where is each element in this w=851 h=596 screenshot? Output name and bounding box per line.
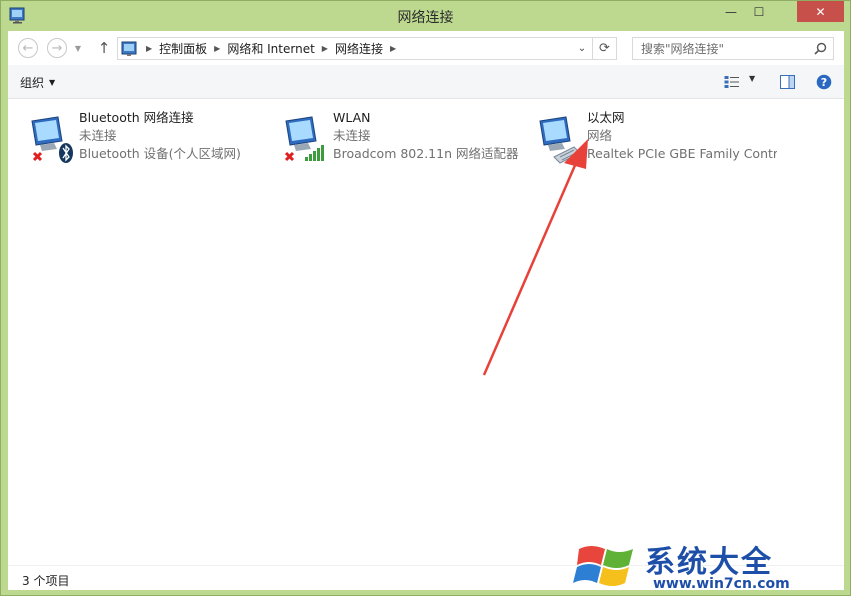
view-options-chevron-icon[interactable]: ▼ (749, 74, 755, 83)
forward-button[interactable]: → (47, 38, 67, 58)
connection-name: 以太网 (587, 110, 625, 125)
breadcrumb-separator-icon[interactable]: ▶ (322, 44, 328, 53)
connection-name: WLAN (333, 110, 371, 125)
organize-label: 组织 (20, 76, 45, 90)
wlan-network-icon (284, 116, 324, 162)
watermark: 系统大全 www.win7cn.com (573, 533, 843, 593)
command-toolbar: 组织 ▼ ▼ ? (8, 65, 844, 99)
breadcrumb-separator-icon[interactable]: ▶ (146, 44, 152, 53)
watermark-title: 系统大全 (645, 545, 773, 580)
help-icon[interactable]: ? (816, 74, 832, 90)
organize-button[interactable]: 组织 ▼ (20, 74, 55, 91)
connection-status: 未连接 (333, 128, 371, 143)
connection-item-bluetooth[interactable]: Bluetooth 网络连接 未连接 Bluetooth 设备(个人区域网) (14, 109, 254, 169)
search-icon[interactable] (814, 42, 827, 55)
connection-status: 网络 (587, 128, 613, 143)
svg-text:?: ? (821, 76, 827, 89)
item-count: 3 个项目 (22, 574, 70, 588)
chevron-down-icon: ▼ (49, 78, 56, 87)
breadcrumb-control-panel[interactable]: 控制面板 (159, 40, 207, 57)
preview-pane-icon[interactable] (780, 75, 795, 89)
back-button[interactable]: ← (18, 38, 38, 58)
breadcrumb-network-internet[interactable]: 网络和 Internet (227, 40, 314, 57)
ethernet-network-icon (539, 116, 581, 164)
up-button[interactable]: ↑ (94, 38, 114, 58)
close-button[interactable]: ✕ (797, 1, 844, 22)
navigation-bar: ← → ▼ ↑ ▶ 控制面板 ▶ 网络和 Internet ▶ 网络连接 ▶ ⌄… (8, 31, 844, 65)
search-box[interactable] (632, 37, 834, 60)
windows-logo-icon (573, 546, 633, 586)
maximize-button[interactable]: ☐ (746, 1, 772, 22)
chevron-down-icon[interactable]: ⌄ (574, 40, 590, 57)
minimize-button[interactable]: — (718, 1, 744, 22)
connections-list: Bluetooth 网络连接 未连接 Bluetooth 设备(个人区域网) W… (8, 99, 844, 565)
breadcrumb-separator-icon[interactable]: ▶ (214, 44, 220, 53)
connection-item-ethernet[interactable]: 以太网 网络 Realtek PCIe GBE Family Contr... (522, 109, 822, 169)
connection-device: Broadcom 802.11n 网络适配器 (333, 146, 519, 161)
breadcrumb-network-connections[interactable]: 网络连接 (335, 40, 383, 57)
bluetooth-network-icon (31, 116, 73, 163)
title-bar[interactable]: 网络连接 — ☐ ✕ (1, 1, 850, 31)
explorer-window: 网络连接 — ☐ ✕ ← → ▼ ↑ ▶ 控制面板 ▶ 网络和 Internet… (0, 0, 851, 596)
control-panel-icon (121, 41, 137, 56)
connection-item-wlan[interactable]: WLAN 未连接 Broadcom 802.11n 网络适配器 (268, 109, 519, 169)
connection-name: Bluetooth 网络连接 (79, 110, 194, 125)
recent-locations-button[interactable]: ▼ (72, 38, 84, 58)
breadcrumb-separator-icon[interactable]: ▶ (390, 44, 396, 53)
refresh-button[interactable]: ⟳ (592, 38, 616, 59)
connection-status: 未连接 (79, 128, 117, 143)
change-view-icon[interactable] (724, 75, 740, 89)
watermark-url: www.win7cn.com (653, 576, 790, 592)
address-bar[interactable]: ▶ 控制面板 ▶ 网络和 Internet ▶ 网络连接 ▶ ⌄ ⟳ (117, 37, 617, 60)
search-input[interactable] (641, 39, 816, 58)
connection-device: Realtek PCIe GBE Family Contr... (587, 146, 777, 161)
connection-device: Bluetooth 设备(个人区域网) (79, 146, 241, 161)
